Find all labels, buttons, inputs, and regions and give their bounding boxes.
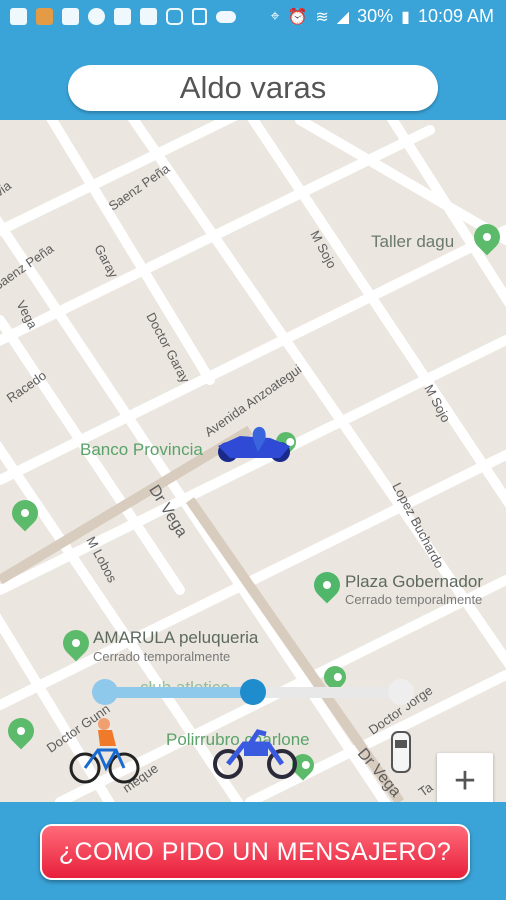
how-to-order-button[interactable]: ¿COMO PIDO UN MENSAJERO? xyxy=(40,824,470,880)
user-name-field[interactable]: Aldo varas xyxy=(68,65,438,111)
place-status: Cerrado temporalmente xyxy=(93,649,231,664)
notification-icon xyxy=(36,8,53,25)
app-icon xyxy=(10,8,27,25)
alarm-icon: ⏰ xyxy=(287,8,308,26)
signal-icon: ◢ xyxy=(336,8,350,26)
wifi-icon: ≋ xyxy=(315,8,329,26)
place-status: Cerrado temporalmente xyxy=(345,592,483,607)
gallery-icon xyxy=(140,8,157,25)
prescription-icon xyxy=(192,8,207,25)
car-icon[interactable] xyxy=(390,730,412,774)
clock: 10:09 AM xyxy=(417,6,494,26)
bottom-bar: ¿COMO PIDO UN MENSAJERO? xyxy=(0,802,506,900)
instagram-icon xyxy=(166,8,183,25)
mail-icon xyxy=(62,8,79,25)
app-icon xyxy=(114,8,131,25)
battery-percent: 30% xyxy=(357,6,394,26)
place-label[interactable]: Banco Provincia xyxy=(80,440,203,460)
header: Aldo varas xyxy=(0,36,506,120)
slider-stop-bicycle[interactable] xyxy=(92,679,118,705)
notification-icons xyxy=(10,8,236,25)
messenger-icon xyxy=(88,8,105,25)
place-label[interactable]: Taller dagu xyxy=(371,232,454,252)
slider-track-active xyxy=(104,687,256,698)
courier-marker-icon[interactable] xyxy=(210,424,300,468)
cloud-icon xyxy=(216,11,236,23)
map-view[interactable]: Saenz Peña Saenz Peña Garay Vega Racedo … xyxy=(0,120,506,802)
slider-track-inactive xyxy=(256,687,402,698)
place-label[interactable]: AMARULA peluqueria xyxy=(93,628,258,648)
slider-knob-motorcycle[interactable] xyxy=(240,679,266,705)
battery-icon: ▮ xyxy=(401,8,410,26)
bicycle-icon[interactable] xyxy=(68,716,140,786)
zoom-in-button[interactable]: + xyxy=(437,753,493,802)
slider-stop-car[interactable] xyxy=(388,679,414,705)
vehicle-type-slider[interactable] xyxy=(92,679,414,705)
location-icon: ⌖ xyxy=(270,7,280,25)
motorcycle-icon[interactable] xyxy=(210,728,300,780)
place-label[interactable]: Plaza Gobernador xyxy=(345,572,483,592)
status-bar: ⌖ ⏰ ≋ ◢ 30% ▮ 10:09 AM xyxy=(0,0,506,36)
